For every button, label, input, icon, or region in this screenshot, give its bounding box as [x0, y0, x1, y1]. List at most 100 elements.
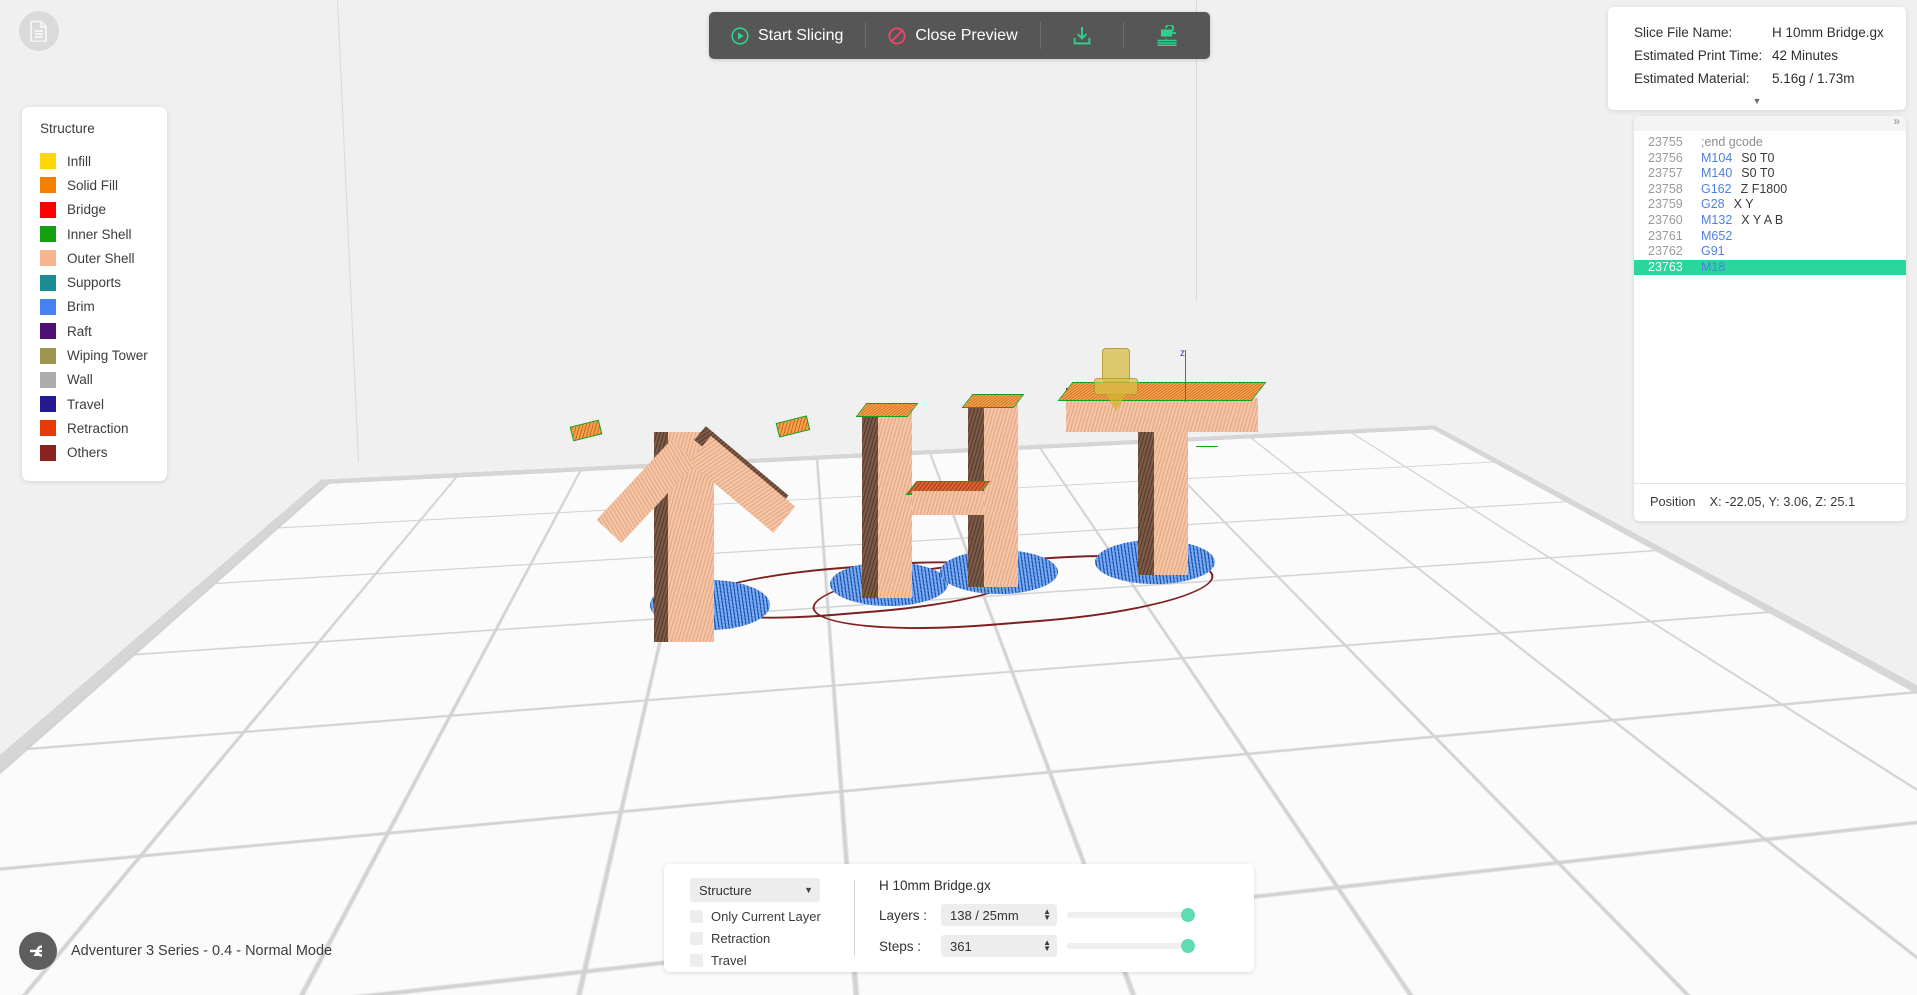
- z-axis-label: z: [1180, 348, 1185, 359]
- stepper-arrows-icon[interactable]: ▲▼: [1043, 909, 1051, 921]
- gcode-line[interactable]: 23755;end gcode: [1634, 135, 1906, 151]
- legend-item[interactable]: Inner Shell: [22, 222, 167, 246]
- slice-info-key: Estimated Material:: [1634, 71, 1772, 86]
- legend-item[interactable]: Supports: [22, 270, 167, 294]
- legend-item[interactable]: Brim: [22, 295, 167, 319]
- slicer-window: z Start Slicing Close Preview: [0, 0, 1917, 995]
- extruder-nozzle: [1094, 348, 1138, 412]
- printer-status-bar[interactable]: Adventurer 3 Series - 0.4 - Normal Mode: [19, 932, 332, 970]
- gcode-line-number: 23761: [1648, 229, 1692, 245]
- checkbox-box[interactable]: [690, 932, 703, 945]
- legend-item-label: Infill: [67, 154, 91, 169]
- legend-item[interactable]: Retraction: [22, 416, 167, 440]
- layers-slider[interactable]: [1067, 907, 1195, 923]
- steps-slider[interactable]: [1067, 938, 1195, 954]
- printer-badge: [19, 932, 57, 970]
- gcode-line[interactable]: 23758G162Z F1800: [1634, 182, 1906, 198]
- chevrons-right-icon[interactable]: »: [1893, 116, 1900, 128]
- legend-item-label: Raft: [67, 324, 92, 339]
- legend-color-swatch: [40, 445, 56, 461]
- legend-item[interactable]: Raft: [22, 319, 167, 343]
- 3d-viewport[interactable]: z: [0, 0, 1917, 995]
- stepper-arrows-icon[interactable]: ▲▼: [1043, 940, 1051, 952]
- start-slicing-button[interactable]: Start Slicing: [709, 12, 865, 59]
- gcode-line[interactable]: 23756M104S0 T0: [1634, 151, 1906, 167]
- gcode-command: G28: [1701, 197, 1725, 213]
- steps-value: 361: [950, 939, 972, 954]
- legend-item-label: Supports: [67, 275, 121, 290]
- x-axis-line: [1196, 446, 1218, 447]
- gcode-line[interactable]: 23759 G28 X Y: [1634, 197, 1906, 213]
- checkbox-travel[interactable]: Travel: [690, 953, 854, 968]
- slice-info-panel: Slice File Name:H 10mm Bridge.gx Estimate…: [1608, 7, 1906, 110]
- checkbox-box[interactable]: [690, 954, 703, 967]
- gcode-command: M18: [1701, 260, 1725, 276]
- legend-item[interactable]: Bridge: [22, 198, 167, 222]
- legend-color-swatch: [40, 153, 56, 169]
- display-filter-checkboxes: Only Current Layer Retraction Travel: [690, 909, 854, 968]
- steps-stepper[interactable]: 361 ▲▼: [941, 935, 1057, 957]
- legend-item[interactable]: Travel: [22, 392, 167, 416]
- steps-control-row: Steps : 361 ▲▼: [879, 935, 1254, 957]
- legend-color-swatch: [40, 396, 56, 412]
- legend-color-swatch: [40, 323, 56, 339]
- play-circle-icon: [731, 27, 749, 45]
- controls-right-column: H 10mm Bridge.gx Layers : 138 / 25mm ▲▼ …: [855, 878, 1254, 972]
- close-preview-button[interactable]: Close Preview: [866, 12, 1039, 59]
- gcode-line-number: 23757: [1648, 166, 1692, 182]
- legend-color-swatch: [40, 299, 56, 315]
- gcode-line[interactable]: 23762G91: [1634, 244, 1906, 260]
- slice-info-rows: Slice File Name:H 10mm Bridge.gx Estimate…: [1608, 25, 1906, 94]
- start-slicing-label: Start Slicing: [758, 27, 843, 45]
- checkbox-retraction[interactable]: Retraction: [690, 931, 854, 946]
- legend-item[interactable]: Infill: [22, 149, 167, 173]
- controls-left-column: Structure ▼ Only Current Layer Retraction…: [664, 878, 854, 972]
- layers-slider-track: [1067, 912, 1195, 918]
- legend-color-swatch: [40, 202, 56, 218]
- layers-slider-knob[interactable]: [1181, 908, 1195, 922]
- legend-color-swatch: [40, 275, 56, 291]
- view-mode-select[interactable]: Structure ▼: [690, 878, 820, 902]
- legend-item[interactable]: Solid Fill: [22, 173, 167, 197]
- gcode-position-bar: Position X: -22.05, Y: 3.06, Z: 25.1: [1634, 483, 1906, 521]
- legend-item[interactable]: Wiping Tower: [22, 343, 167, 367]
- legend-title: Structure: [22, 121, 167, 149]
- top-toolbar: Start Slicing Close Preview: [709, 12, 1210, 59]
- legend-item-label: Retraction: [67, 421, 129, 436]
- gcode-line-number: 23759: [1648, 197, 1692, 213]
- gcode-line[interactable]: 23763M18: [1634, 260, 1906, 276]
- checkbox-only-current-layer[interactable]: Only Current Layer: [690, 909, 854, 924]
- legend-color-swatch: [40, 372, 56, 388]
- send-to-printer-button[interactable]: [1124, 12, 1210, 59]
- legend-item[interactable]: Outer Shell: [22, 246, 167, 270]
- gcode-panel-header: »: [1634, 116, 1906, 131]
- document-icon: [29, 20, 49, 42]
- preview-controls-panel: Structure ▼ Only Current Layer Retraction…: [664, 864, 1254, 972]
- gcode-command: M132: [1701, 213, 1732, 229]
- layers-stepper[interactable]: 138 / 25mm ▲▼: [941, 904, 1057, 926]
- gcode-line-list[interactable]: 23755;end gcode23756M104S0 T023757M140S0…: [1634, 131, 1906, 483]
- slice-info-value: 42 Minutes: [1772, 48, 1838, 63]
- collapse-info-button[interactable]: ▼: [1608, 94, 1906, 106]
- gcode-argument: X Y: [1734, 197, 1754, 213]
- gcode-line[interactable]: 23757M140S0 T0: [1634, 166, 1906, 182]
- legend-item[interactable]: Wall: [22, 368, 167, 392]
- legend-item[interactable]: Others: [22, 441, 167, 465]
- legend-item-label: Brim: [67, 299, 95, 314]
- build-plate-area: [0, 330, 1917, 950]
- gcode-line[interactable]: 23761 M652: [1634, 229, 1906, 245]
- gcode-command: M652: [1701, 229, 1732, 245]
- gcode-line[interactable]: 23760M132X Y A B: [1634, 213, 1906, 229]
- legend-color-swatch: [40, 420, 56, 436]
- steps-slider-knob[interactable]: [1181, 939, 1195, 953]
- position-value: X: -22.05, Y: 3.06, Z: 25.1: [1710, 494, 1856, 509]
- slice-info-value: H 10mm Bridge.gx: [1772, 25, 1884, 40]
- checkbox-box[interactable]: [690, 910, 703, 923]
- slice-info-row: Slice File Name:H 10mm Bridge.gx: [1608, 25, 1906, 48]
- layers-label: Layers :: [879, 908, 931, 923]
- slice-info-row: Estimated Material:5.16g / 1.73m: [1608, 71, 1906, 94]
- document-button[interactable]: [19, 11, 59, 51]
- gcode-argument: X Y A B: [1741, 213, 1783, 229]
- save-gcode-button[interactable]: [1041, 12, 1123, 59]
- legend-color-swatch: [40, 177, 56, 193]
